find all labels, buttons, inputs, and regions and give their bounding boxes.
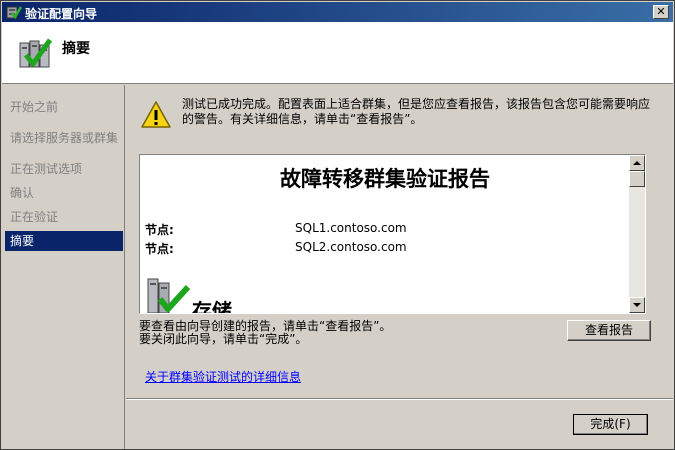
warning-icon — [141, 101, 171, 128]
page-title: 摘要 — [62, 41, 90, 57]
instructions-text: 要查看由向导创建的报告，请单击“查看报告”。 要关闭此向导，请单击“完成”。 — [139, 320, 549, 346]
scroll-thumb[interactable] — [629, 171, 645, 187]
window-title: 验证配置向导 — [25, 7, 98, 21]
step-before-you-begin[interactable]: 开始之前 — [5, 97, 123, 117]
scroll-up-button[interactable] — [629, 155, 645, 171]
node-value: SQL2.contoso.com — [295, 240, 407, 254]
scroll-down-button[interactable] — [629, 297, 645, 313]
report-scrollbar[interactable] — [629, 155, 645, 313]
step-testing-options[interactable]: 正在测试选项 — [5, 159, 123, 179]
wizard-header: 摘要 — [2, 22, 673, 84]
validation-tests-info-link[interactable]: 关于群集验证测试的详细信息 — [145, 368, 301, 385]
storage-section-title: 存储 — [192, 299, 232, 313]
wizard-app-icon — [6, 6, 22, 20]
report-title: 故障转移群集验证报告 — [280, 166, 490, 191]
instruction-finish: 要关闭此向导，请单击“完成”。 — [139, 332, 308, 346]
wizard-steps-sidebar: 开始之前 请选择服务器或群集 正在测试选项 确认 正在验证 摘要 — [2, 85, 125, 449]
view-report-button[interactable]: 查看报告 — [567, 320, 651, 341]
close-button[interactable]: ✕ — [653, 5, 669, 19]
node-label: 节点: — [145, 242, 174, 256]
step-select-servers[interactable]: 请选择服务器或群集 — [5, 128, 123, 148]
storage-icon — [147, 278, 191, 313]
wizard-window: 验证配置向导 ✕ 摘要 开始之前 请选择服务器或群集 正在测试选项 确认 正在验… — [0, 0, 675, 450]
wizard-content: 测试已成功完成。配置表面上适合群集，但是您应查看报告，该报告包含您可能需要响应的… — [126, 85, 673, 449]
cluster-validate-icon — [19, 38, 52, 68]
report-page: 故障转移群集验证报告 节点: SQL1.contoso.com 节点: SQL2… — [140, 155, 630, 313]
finish-button[interactable]: 完成(F) — [573, 414, 648, 435]
report-viewer[interactable]: 故障转移群集验证报告 节点: SQL1.contoso.com 节点: SQL2… — [139, 154, 646, 314]
step-summary[interactable]: 摘要 — [5, 231, 123, 251]
arrow-down-icon — [633, 303, 641, 307]
step-confirmation[interactable]: 确认 — [5, 183, 123, 203]
arrow-up-icon — [633, 161, 641, 165]
title-bar: 验证配置向导 ✕ — [2, 2, 673, 22]
node-value: SQL1.contoso.com — [295, 221, 407, 235]
close-icon: ✕ — [656, 5, 666, 18]
warning-message: 测试已成功完成。配置表面上适合群集，但是您应查看报告，该报告包含您可能需要响应的… — [182, 97, 651, 126]
footer-divider — [126, 398, 673, 400]
node-label: 节点: — [145, 223, 174, 237]
step-validating[interactable]: 正在验证 — [5, 207, 123, 227]
